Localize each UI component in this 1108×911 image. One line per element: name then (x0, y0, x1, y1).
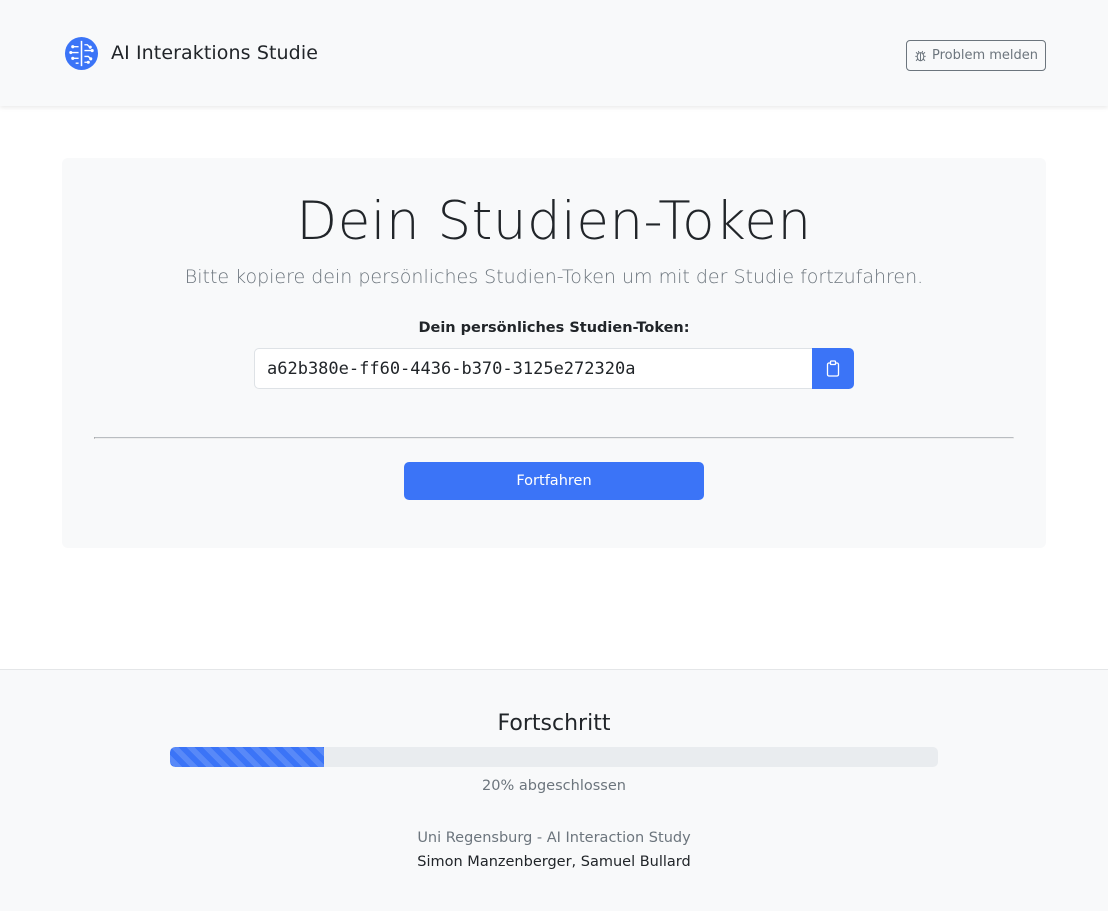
clipboard-icon (826, 360, 840, 377)
divider (94, 437, 1014, 439)
navbar: AI Interaktions Studie Problem melden (0, 0, 1108, 106)
brand-link[interactable]: AI Interaktions Studie (64, 35, 318, 71)
continue-button[interactable]: Fortfahren (404, 462, 704, 500)
bug-icon (915, 50, 926, 62)
page-subtitle: Bitte kopiere dein persönliches Studien-… (184, 266, 924, 288)
progress-title: Fortschritt (497, 711, 611, 736)
copy-token-button[interactable] (812, 348, 854, 389)
progress-text: 20% abgeschlossen (482, 778, 626, 794)
authors-text: Simon Manzenberger, Samuel Bullard (417, 854, 691, 870)
brand-title: AI Interaktions Studie (111, 42, 318, 64)
progress-bar (170, 747, 938, 767)
progress-bar-fill (170, 747, 324, 767)
report-problem-label: Problem melden (931, 48, 1039, 63)
brain-icon (64, 36, 99, 70)
report-problem-button[interactable]: Problem melden (906, 40, 1046, 71)
page-title: Dein Studien-Token (296, 191, 812, 252)
institution-text: Uni Regensburg - AI Interaction Study (417, 830, 691, 846)
token-label: Dein persönliches Studien-Token: (418, 320, 690, 336)
token-input[interactable] (254, 348, 813, 389)
